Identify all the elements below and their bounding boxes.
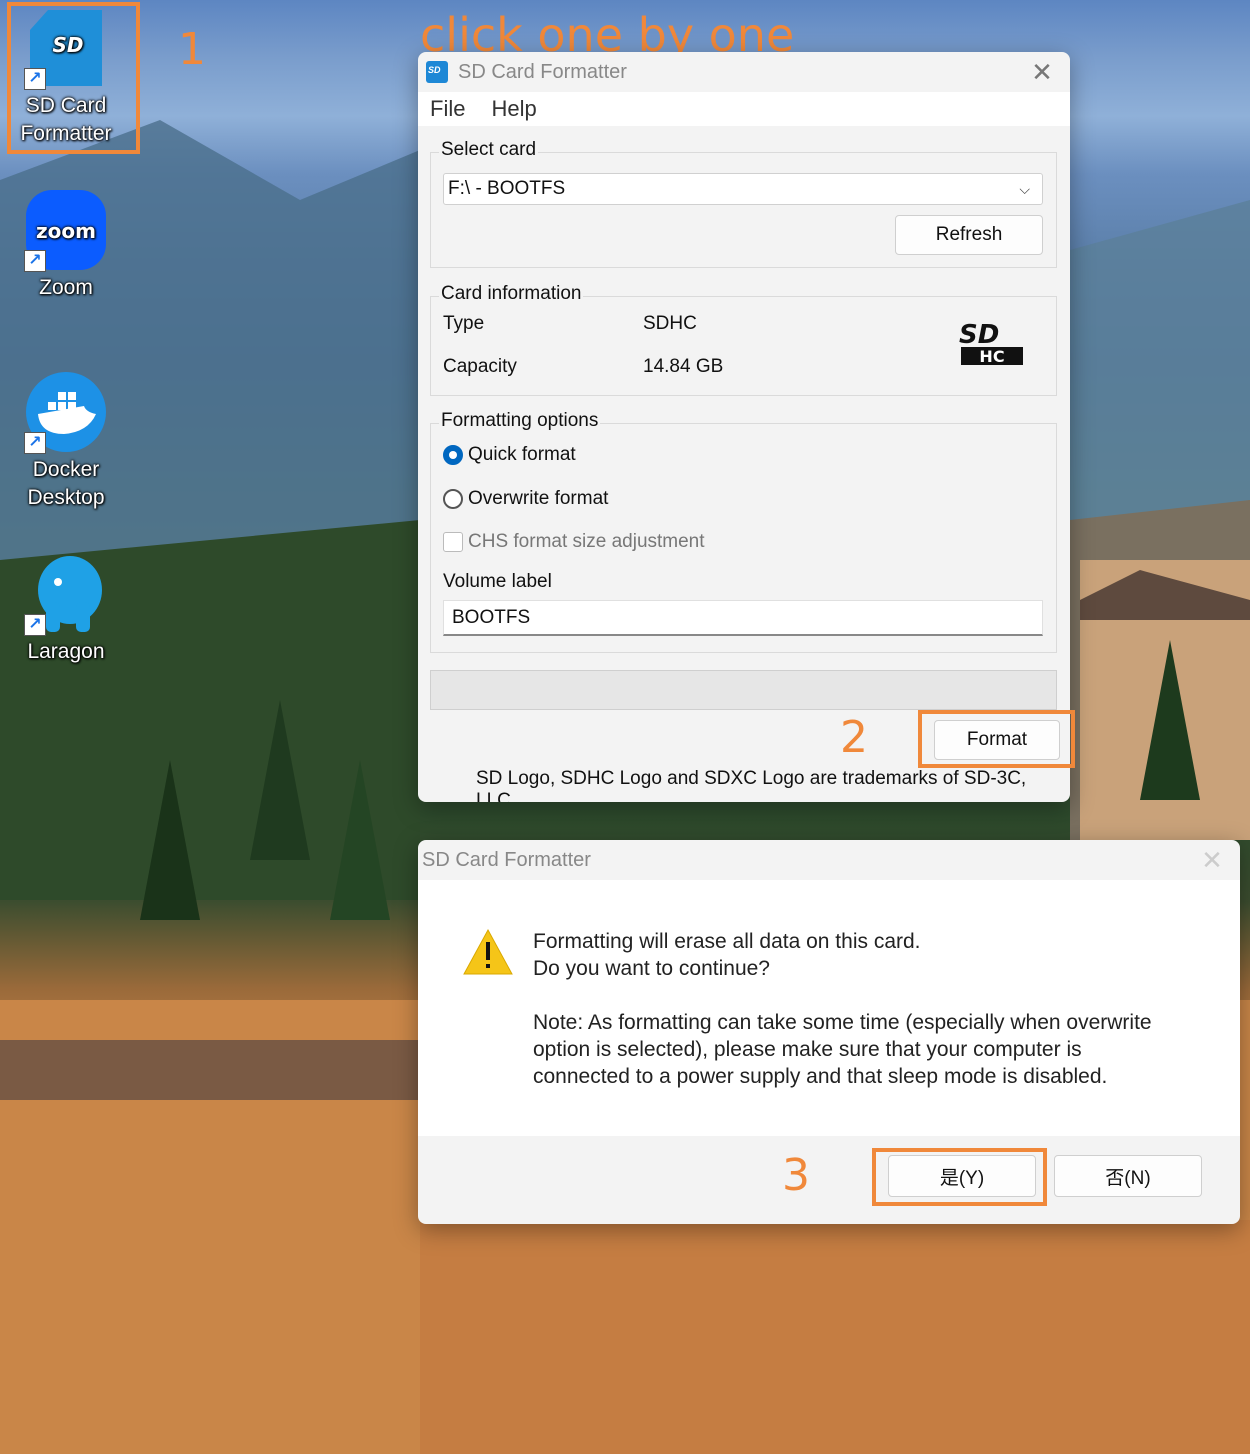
dialog-note-3: connected to a power supply and that sle…	[533, 1065, 1108, 1088]
confirm-dialog: SD Card Formatter ✕ Formatting will eras…	[418, 840, 1240, 1224]
docker-icon: ↗	[24, 370, 108, 454]
dialog-line-2: Do you want to continue?	[533, 957, 770, 980]
chs-adjustment-checkbox[interactable]	[443, 532, 463, 552]
highlight-step-3	[872, 1148, 1047, 1206]
menu-help[interactable]: Help	[491, 96, 536, 122]
formatting-options-title: Formatting options	[439, 410, 601, 432]
chevron-down-icon: ⌵	[1019, 180, 1030, 197]
type-value: SDHC	[643, 313, 697, 334]
chs-adjustment-label: CHS format size adjustment	[468, 531, 705, 552]
step-number-2: 2	[840, 712, 868, 763]
laragon-icon: ↗	[24, 552, 108, 636]
dialog-body: Formatting will erase all data on this c…	[418, 880, 1240, 1136]
svg-text:zoom: zoom	[36, 219, 96, 243]
close-icon[interactable]: ✕	[1014, 57, 1070, 88]
sdhc-logo-icon: SD HC	[959, 320, 1029, 372]
card-information-group: Card information Type SDHC Capacity 14.8…	[430, 283, 1057, 396]
dialog-message: Formatting will erase all data on this c…	[533, 928, 1152, 1090]
step-number-3: 3	[782, 1150, 810, 1201]
refresh-button[interactable]: Refresh	[895, 215, 1043, 255]
type-label: Type	[443, 313, 485, 334]
trademark-text: SD Logo, SDHC Logo and SDXC Logo are tra…	[476, 768, 1027, 802]
zoom-icon: zoom ↗	[24, 188, 108, 272]
desktop-icon-zoom[interactable]: zoom ↗ Zoom	[6, 188, 126, 302]
menu-file[interactable]: File	[430, 96, 465, 122]
shortcut-arrow-icon: ↗	[24, 614, 46, 636]
menu-bar: File Help	[418, 92, 1070, 126]
window-title: SD Card Formatter	[458, 60, 627, 83]
shortcut-arrow-icon: ↗	[24, 250, 46, 272]
desktop-icon-laragon[interactable]: ↗ Laragon	[6, 552, 126, 666]
step-number-1: 1	[178, 24, 206, 75]
cypress-tree	[250, 700, 310, 860]
overwrite-format-label[interactable]: Overwrite format	[468, 488, 608, 510]
dialog-close-icon[interactable]: ✕	[1184, 845, 1240, 876]
desktop-icon-label: Docker	[32, 458, 100, 481]
formatting-options-group: Formatting options Quick format Overwrit…	[430, 410, 1057, 653]
card-select-dropdown[interactable]: F:\ - BOOTFS ⌵	[443, 173, 1043, 205]
card-information-title: Card information	[439, 283, 584, 305]
dialog-note-2: option is selected), please make sure th…	[533, 1038, 1082, 1061]
capacity-value: 14.84 GB	[643, 356, 724, 377]
quick-format-radio[interactable]	[443, 445, 463, 465]
dialog-titlebar: SD Card Formatter ✕	[418, 840, 1240, 880]
shortcut-arrow-icon: ↗	[24, 432, 46, 454]
cypress-tree	[330, 760, 390, 920]
warning-icon	[462, 928, 514, 981]
svg-text:SD: SD	[959, 321, 999, 350]
svg-text:HC: HC	[979, 347, 1004, 366]
highlight-step-2	[918, 710, 1075, 768]
capacity-label: Capacity	[443, 356, 517, 377]
quick-format-label[interactable]: Quick format	[468, 444, 576, 466]
window-titlebar: SD Card Formatter ✕	[418, 52, 1070, 92]
select-card-group: Select card F:\ - BOOTFS ⌵ Refresh	[430, 139, 1057, 268]
cypress-tree	[140, 760, 200, 920]
no-button[interactable]: 否(N)	[1054, 1155, 1202, 1197]
dialog-title: SD Card Formatter	[422, 848, 591, 871]
volume-label-input[interactable]: BOOTFS	[443, 600, 1043, 636]
dialog-line-1: Formatting will erase all data on this c…	[533, 930, 921, 953]
dialog-note-1: Note: As formatting can take some time (…	[533, 1011, 1152, 1034]
card-select-value: F:\ - BOOTFS	[448, 178, 566, 199]
desktop-icon-label: Laragon	[27, 640, 105, 663]
select-card-title: Select card	[439, 139, 539, 161]
format-progress-bar	[430, 670, 1057, 710]
desktop-icon-label: Zoom	[39, 276, 93, 299]
desktop-icon-docker-desktop[interactable]: ↗ Docker Desktop	[6, 370, 126, 512]
sd-card-formatter-window: SD Card Formatter ✕ File Help Select car…	[418, 52, 1070, 802]
volume-label-title: Volume label	[443, 571, 552, 592]
cypress-tree	[1140, 640, 1200, 800]
overwrite-format-radio[interactable]	[443, 489, 463, 509]
app-icon	[426, 61, 448, 83]
highlight-step-1	[7, 2, 140, 154]
desktop-icon-label: Desktop	[27, 486, 105, 509]
